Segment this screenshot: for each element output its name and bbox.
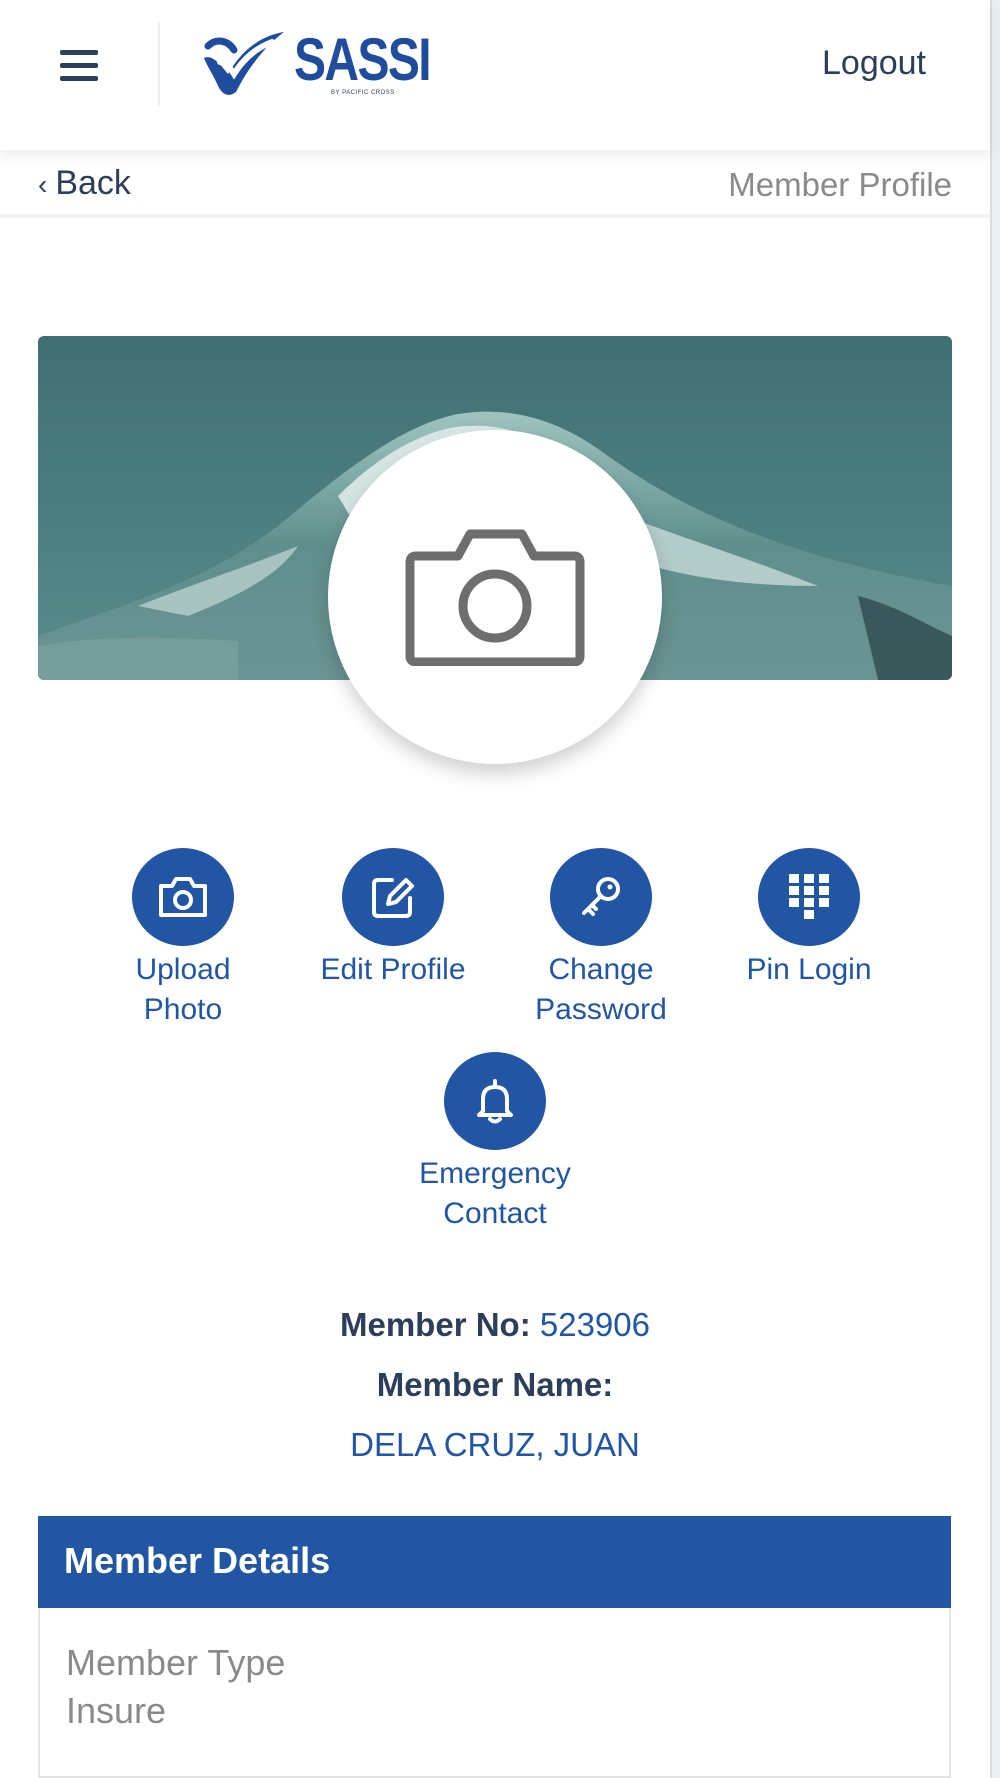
change-password-circle bbox=[550, 848, 652, 946]
member-number-line: Member No: 523906 bbox=[0, 1306, 990, 1344]
camera-icon bbox=[405, 529, 585, 666]
page-title: Member Profile bbox=[728, 166, 952, 203]
edit-icon bbox=[372, 878, 414, 918]
keypad-icon bbox=[789, 874, 829, 919]
edit-profile-button[interactable]: Edit Profile bbox=[303, 848, 483, 990]
emergency-contact-button[interactable]: Emergency Contact bbox=[405, 1052, 585, 1234]
upload-photo-label: Upload Photo bbox=[135, 953, 231, 1026]
sub-header-bar: ‹ Back Member Profile bbox=[0, 150, 990, 218]
menu-icon[interactable] bbox=[58, 48, 102, 84]
member-type-value: Insure bbox=[66, 1690, 167, 1731]
app-header: SASSI BY PACIFIC CROSS Logout bbox=[0, 0, 990, 150]
page-right-edge-line bbox=[990, 0, 992, 1778]
change-password-label: Change Password bbox=[535, 953, 667, 1026]
logout-link[interactable]: Logout bbox=[822, 44, 926, 83]
emergency-contact-circle bbox=[444, 1052, 546, 1150]
member-details-header[interactable]: Member Details bbox=[38, 1516, 951, 1608]
pin-login-label: Pin Login bbox=[746, 953, 872, 986]
member-name-value-line: DELA CRUZ, JUAN bbox=[0, 1426, 990, 1464]
logo-check-icon bbox=[204, 32, 284, 95]
pin-login-circle bbox=[758, 848, 860, 946]
edit-profile-circle bbox=[342, 848, 444, 946]
edit-profile-label: Edit Profile bbox=[320, 953, 466, 986]
upload-photo-button[interactable]: Upload Photo bbox=[93, 848, 273, 1030]
member-name-label: Member Name: bbox=[376, 1366, 614, 1403]
pin-login-button[interactable]: Pin Login bbox=[719, 848, 899, 990]
emergency-contact-label: Emergency Contact bbox=[419, 1157, 571, 1230]
camera-icon bbox=[159, 877, 207, 917]
logo-subtext: BY PACIFIC CROSS bbox=[331, 90, 395, 96]
key-icon bbox=[582, 877, 620, 916]
back-link[interactable]: ‹ Back bbox=[38, 164, 131, 203]
upload-photo-circle bbox=[132, 848, 234, 946]
sassi-logo: SASSI BY PACIFIC CROSS bbox=[198, 26, 443, 102]
profile-photo-placeholder[interactable] bbox=[328, 430, 662, 764]
back-label: Back bbox=[55, 164, 131, 202]
member-name-line: Member Name: bbox=[0, 1366, 990, 1404]
chevron-left-icon: ‹ bbox=[38, 169, 48, 200]
change-password-button[interactable]: Change Password bbox=[511, 848, 691, 1030]
header-divider bbox=[158, 22, 160, 106]
member-name-value: DELA CRUZ, JUAN bbox=[350, 1426, 640, 1463]
bell-icon bbox=[477, 1079, 513, 1124]
logo-wordmark: SASSI bbox=[294, 26, 432, 93]
member-type-label: Member Type bbox=[66, 1642, 286, 1683]
member-details-title: Member Details bbox=[64, 1540, 331, 1581]
member-profile-page: SASSI BY PACIFIC CROSS Logout ‹ Back Memb… bbox=[0, 0, 1000, 1778]
member-number-value: 523906 bbox=[539, 1306, 650, 1343]
member-number-label: Member No: bbox=[340, 1306, 531, 1343]
